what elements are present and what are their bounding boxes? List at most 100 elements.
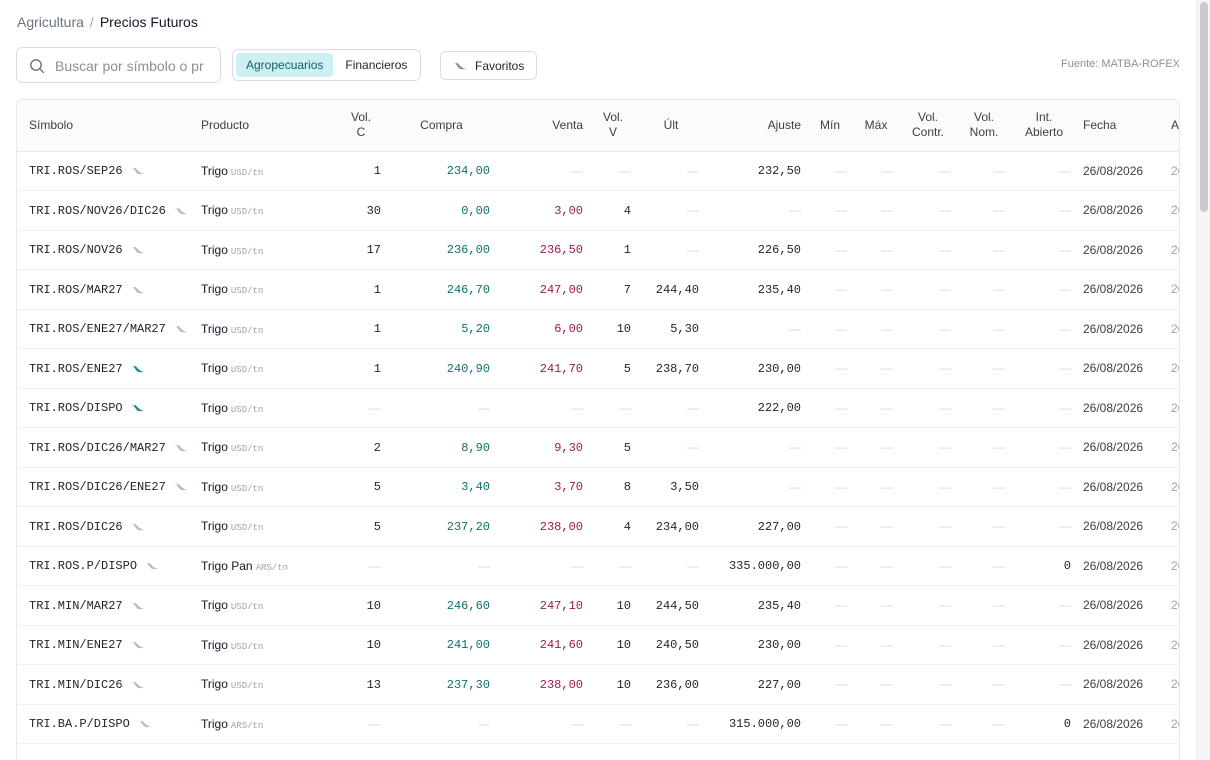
symbol-text[interactable]: TRI.ROS/ENE27/MAR27 [29, 322, 166, 336]
column-header-fecha[interactable]: Fecha [1077, 100, 1165, 152]
cell-min: — [807, 388, 853, 428]
cell-vol-c: 2 [335, 427, 387, 468]
symbol-text[interactable]: TRI.ROS/DISPO [29, 401, 123, 415]
bird-icon[interactable] [131, 402, 145, 414]
symbol-text[interactable]: TRI.ROS.P/DISPO [29, 559, 137, 573]
cell-product: Trigo USD/tn [195, 348, 335, 389]
empty-value-dash: — [993, 242, 1005, 257]
table-row[interactable]: TRI.BA.P/DISPO Trigo ARS/tn — — — — — 315.000,00… [17, 704, 1179, 744]
cell-venta: 9,30 [496, 427, 589, 468]
column-header-ult[interactable]: Últ [637, 100, 705, 152]
table-row[interactable]: TRI.ROS/ENE27/MAR27 Trigo USD/tn 1 5,20 6,00 1… [17, 309, 1179, 349]
column-header-symbol[interactable]: Símbolo [17, 100, 195, 152]
cell-vol-v: 10 [589, 585, 637, 626]
cell-int-abierto: — [1011, 190, 1077, 231]
column-header-compra[interactable]: Compra [387, 100, 496, 152]
table-row[interactable]: TRI.ROS/DISPO Trigo USD/tn — — — — — 222,00 — — — — —… [17, 388, 1179, 428]
bird-icon[interactable] [131, 363, 145, 375]
symbol-text[interactable]: TRI.ROS/NOV26/DIC26 [29, 204, 166, 218]
value-compra: 240,90 [446, 361, 490, 376]
symbol-text[interactable]: TRI.MIN/MAR27 [29, 599, 123, 613]
bird-icon[interactable] [174, 481, 188, 493]
bird-icon[interactable] [174, 323, 188, 335]
symbol-text[interactable]: TRI.ROS/DIC26/MAR27 [29, 441, 166, 455]
column-header-vol-v[interactable]: Vol. V [589, 100, 637, 152]
value-compra: 246,70 [446, 282, 490, 297]
bird-icon[interactable] [131, 165, 145, 177]
symbol-text[interactable]: TRI.ROS/DIC26/ENE27 [29, 480, 166, 494]
table-row[interactable]: TRI.MIN/DIC26 Trigo USD/tn 13 237,30 238,00 10… [17, 664, 1179, 705]
cell-fecha: 26/08/2026 [1077, 151, 1165, 191]
favorites-button[interactable]: Favoritos [440, 51, 538, 80]
empty-value-dash: — [993, 479, 1005, 494]
column-header-venta[interactable]: Venta [496, 100, 589, 152]
search-input[interactable] [55, 56, 210, 76]
table-row[interactable]: TRI.ROS/SEP26 Trigo USD/tn 1 234,00 — — — 232,50… [17, 151, 1179, 191]
table-row[interactable]: TRI.ROS/NOV26 Trigo USD/tn 17 236,00 236,50 1 —… [17, 230, 1179, 270]
column-header-actualizado[interactable]: Actua [1165, 100, 1179, 152]
bird-icon[interactable] [131, 244, 145, 256]
bird-icon[interactable] [131, 639, 145, 651]
column-header-product[interactable]: Producto [195, 100, 335, 152]
bird-icon[interactable] [131, 521, 145, 533]
cell-ajuste: 235,40 [705, 585, 807, 626]
cell-ult: 236,00 [637, 664, 705, 705]
scrollbar-thumb[interactable] [1200, 2, 1208, 212]
cell-actualizado: 26/08 [1165, 506, 1179, 547]
tab-agropecuarios[interactable]: Agropecuarios [236, 53, 334, 77]
page-scrollbar[interactable] [1196, 0, 1210, 760]
symbol-text[interactable]: TRI.MIN/DIC26 [29, 678, 123, 692]
table-row[interactable]: TRI.ROS/ENE27 Trigo USD/tn 1 240,90 241,70 5 23… [17, 348, 1179, 389]
table-row[interactable]: TRI.ROS/DIC26 Trigo USD/tn 5 237,20 238,00 4 23… [17, 506, 1179, 547]
table-row[interactable]: TRI.ROS/DIC26/ENE27 Trigo USD/tn 5 3,40 3,70 8… [17, 467, 1179, 507]
breadcrumb-parent[interactable]: Agricultura [17, 14, 84, 30]
cell-fecha: 26/08/2026 [1077, 269, 1165, 310]
bird-icon[interactable] [131, 600, 145, 612]
cell-actualizado: 26/08 [1165, 664, 1179, 705]
symbol-text[interactable]: TRI.ROS/MAR27 [29, 283, 123, 297]
column-header-vol-contr[interactable]: Vol. Contr. [899, 100, 957, 152]
symbol-text[interactable]: TRI.ROS/SEP26 [29, 164, 123, 178]
cell-ult: 238,70 [637, 348, 705, 389]
table-row[interactable]: TRI.MIN/MAR27 Trigo USD/tn 10 246,60 247,10 10… [17, 585, 1179, 626]
cell-product: Trigo USD/tn [195, 506, 335, 547]
table-row[interactable]: TRI.ROS/MAR27 Trigo USD/tn 1 246,70 247,00 7 24… [17, 269, 1179, 310]
bird-icon[interactable] [174, 205, 188, 217]
column-header-min[interactable]: Mín [807, 100, 853, 152]
bird-icon[interactable] [138, 718, 152, 730]
symbol-text[interactable]: TRI.ROS/NOV26 [29, 243, 123, 257]
tab-financieros[interactable]: Financieros [335, 53, 417, 77]
column-header-vol-nom[interactable]: Vol. Nom. [957, 100, 1011, 152]
bird-icon[interactable] [131, 284, 145, 296]
search-box[interactable] [16, 47, 221, 83]
column-header-int-abierto[interactable]: Int. Abierto [1011, 100, 1077, 152]
empty-value-dash: — [835, 361, 847, 376]
cell-product: Trigo USD/tn [195, 269, 335, 310]
empty-value-dash: — [939, 637, 951, 652]
bird-icon[interactable] [145, 560, 159, 572]
symbol-text[interactable]: TRI.BA.P/DISPO [29, 717, 130, 731]
table-row[interactable]: TRI.ROS/DIC26/MAR27 Trigo USD/tn 2 8,90 9,30 5… [17, 427, 1179, 468]
table-row[interactable]: TRI.ROS/NOV26/DIC26 Trigo USD/tn 30 0,00 3,00… [17, 190, 1179, 231]
cell-vol-nom: — [957, 704, 1011, 744]
bird-icon[interactable] [131, 679, 145, 691]
cell-vol-contr: — [899, 625, 957, 665]
product-unit: USD/tn [230, 681, 264, 692]
value-ajuste: 335.000,00 [728, 559, 801, 574]
column-header-ajuste[interactable]: Ajuste [705, 100, 807, 152]
column-header-max[interactable]: Máx [853, 100, 899, 152]
symbol-text[interactable]: TRI.MIN/ENE27 [29, 638, 123, 652]
symbol-text[interactable]: TRI.ROS/DIC26 [29, 520, 123, 534]
symbol-text[interactable]: TRI.ROS/ENE27 [29, 362, 123, 376]
table-row[interactable]: TRI.MIN/ENE27 Trigo USD/tn 10 241,00 241,60 10… [17, 625, 1179, 665]
cell-vol-c: 1 [335, 348, 387, 389]
empty-value-dash: — [1059, 479, 1071, 494]
bird-icon[interactable] [174, 442, 188, 454]
cell-int-abierto: — [1011, 151, 1077, 191]
table-row[interactable]: TRI.ROS.P/DISPO Trigo Pan ARS/tn — — — — — 335.0… [17, 546, 1179, 586]
cell-compra: 246,70 [387, 269, 496, 310]
column-header-vol-c[interactable]: Vol. C [335, 100, 387, 152]
empty-value-dash: — [881, 677, 893, 692]
value-vol-c: 2 [373, 440, 381, 455]
cell-vol-nom: — [957, 467, 1011, 507]
